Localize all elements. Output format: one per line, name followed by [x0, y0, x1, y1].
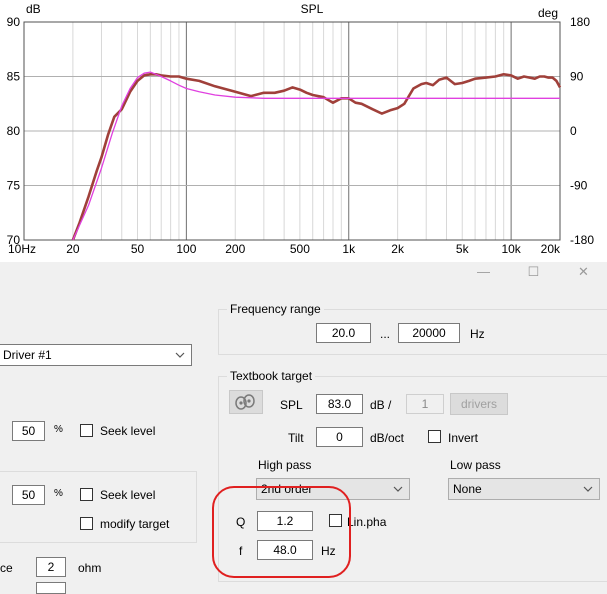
- high-pass-label: High pass: [258, 458, 312, 472]
- x-tick-label: 1k: [342, 242, 356, 256]
- y-tick-label: 80: [7, 124, 21, 138]
- highlight-ellipse: [212, 486, 351, 578]
- left-options-group: [0, 471, 197, 543]
- x-tick-label: 500: [290, 242, 310, 256]
- spl-unit: dB /: [370, 398, 392, 412]
- x-tick-label: 200: [225, 242, 245, 256]
- frequency-range-title: Frequency range: [227, 302, 324, 316]
- x-tick-label: 10k: [501, 242, 521, 256]
- y-tick-label: 90: [7, 15, 21, 29]
- tilt-input[interactable]: 0: [316, 427, 363, 447]
- target-link-button[interactable]: [229, 390, 263, 414]
- modify-target-checkbox[interactable]: [80, 517, 93, 530]
- chevron-down-icon: [393, 486, 403, 492]
- textbook-target-title: Textbook target: [227, 369, 316, 383]
- y-right-tick-label: -180: [570, 233, 594, 247]
- y-tick-label: 75: [7, 179, 21, 193]
- y-right-axis-unit-label: deg: [538, 6, 558, 20]
- spl-chart: 70 75 80 85 90 -180 -90 0 90 180 10Hz 20 50 100 200 500…: [0, 0, 607, 262]
- window-controls: — ☐ ✕: [460, 262, 607, 284]
- modify-target-label: modify target: [100, 517, 170, 531]
- x-tick-label: 5k: [456, 242, 470, 256]
- drivers-button[interactable]: drivers: [450, 393, 508, 415]
- next-input[interactable]: [36, 582, 66, 594]
- seek-level-checkbox-2[interactable]: [80, 488, 93, 501]
- minimize-icon[interactable]: —: [460, 262, 507, 284]
- x-tick-label: 50: [131, 242, 145, 256]
- x-tick-label: 20: [66, 242, 80, 256]
- spl-chart-svg: 7075808590-180-9009018010Hz 20 50 100 200 500…: [7, 2, 595, 256]
- chevron-down-icon: [583, 486, 593, 492]
- y-right-tick-label: 180: [570, 15, 590, 29]
- spl-input[interactable]: 83.0: [316, 394, 363, 414]
- tilt-label: Tilt: [288, 431, 304, 445]
- tilt-unit: dB/oct: [370, 431, 405, 445]
- chevron-down-icon: [175, 352, 185, 358]
- low-pass-select-value: None: [453, 482, 482, 496]
- impedance-input[interactable]: 2: [36, 557, 66, 577]
- x-tick-label: 20k: [541, 242, 561, 256]
- x-tick-label: 10Hz: [8, 242, 36, 256]
- driver-select-value: Driver #1: [3, 348, 52, 362]
- impedance-label: ce: [0, 561, 13, 575]
- maximize-icon[interactable]: ☐: [510, 262, 557, 284]
- frequency-range-unit: Hz: [470, 327, 485, 341]
- frequency-range-separator: ...: [380, 327, 391, 341]
- lin-pha-label: Lin.pha: [347, 515, 387, 529]
- y-right-tick-label: 90: [570, 70, 584, 84]
- impedance-unit: ohm: [78, 561, 102, 575]
- seek-level-label-2: Seek level: [100, 488, 156, 502]
- y-right-tick-label: 0: [570, 124, 577, 138]
- drivers-count-input[interactable]: 1: [406, 394, 444, 414]
- level-percent-input-1[interactable]: 50: [12, 421, 45, 441]
- percent-sign-2: %: [54, 488, 63, 499]
- y-tick-label: 85: [7, 70, 21, 84]
- invert-checkbox[interactable]: [428, 430, 441, 443]
- seek-level-checkbox-1[interactable]: [80, 424, 93, 437]
- low-pass-select[interactable]: None: [448, 478, 600, 500]
- seek-level-label-1: Seek level: [100, 424, 156, 438]
- spl-label: SPL: [280, 398, 303, 412]
- y-axis-unit-label: dB: [26, 2, 41, 16]
- frequency-high-input[interactable]: 20000: [398, 323, 460, 343]
- x-tick-label: 2k: [391, 242, 405, 256]
- close-icon[interactable]: ✕: [560, 262, 607, 284]
- chart-title: SPL: [301, 2, 324, 16]
- percent-sign-1: %: [54, 424, 63, 435]
- level-percent-input-2[interactable]: 50: [12, 485, 45, 505]
- low-pass-label: Low pass: [450, 458, 501, 472]
- frequency-low-input[interactable]: 20.0: [316, 323, 371, 343]
- driver-select[interactable]: Driver #1: [0, 344, 192, 366]
- speaker-link-icon: [235, 394, 255, 410]
- invert-label: Invert: [448, 431, 479, 445]
- x-tick-label: 100: [176, 242, 196, 256]
- y-right-tick-label: -90: [570, 179, 588, 193]
